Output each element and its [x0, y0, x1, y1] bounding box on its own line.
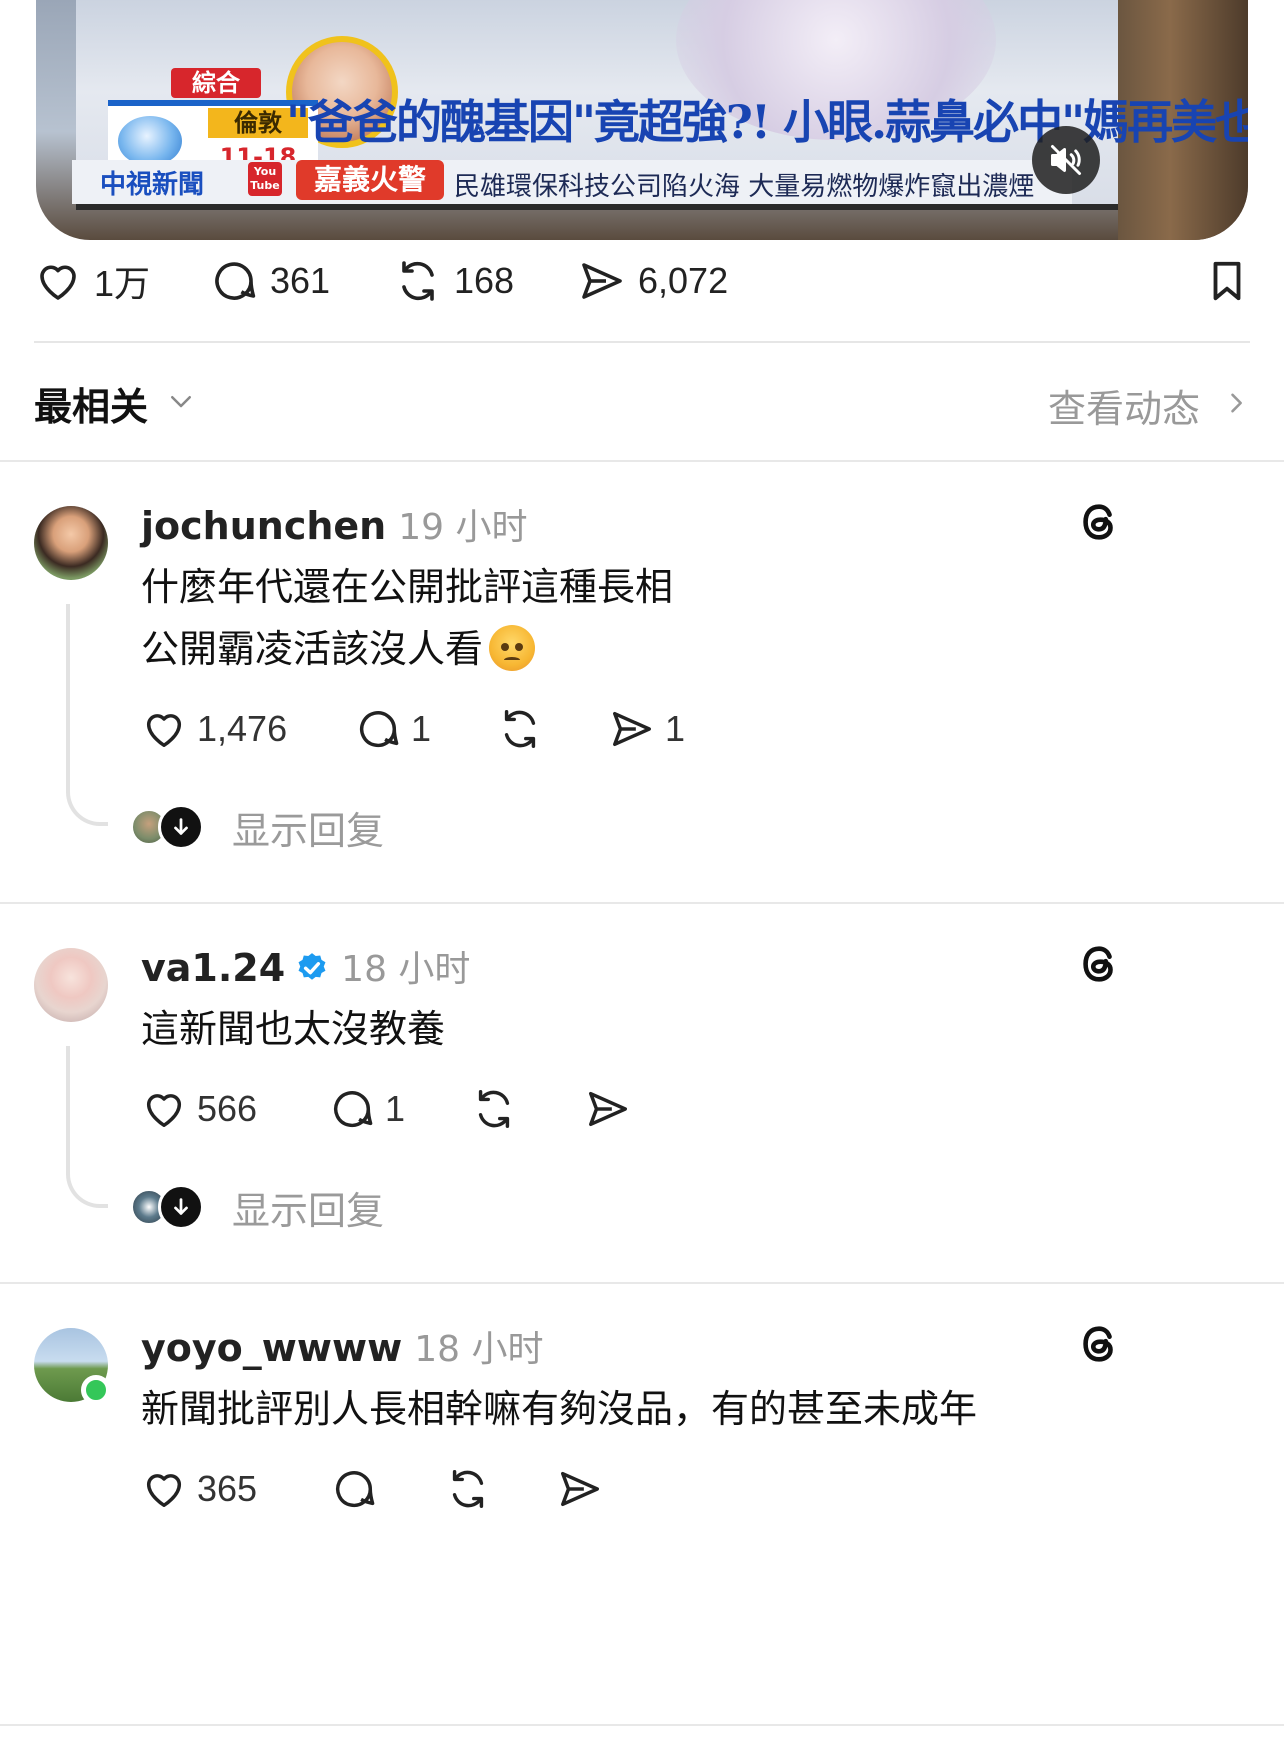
like-count: 1万 [94, 263, 151, 304]
repost-count: 168 [454, 260, 515, 301]
repost-button[interactable] [471, 1082, 517, 1136]
angry-face-icon [489, 624, 536, 671]
divider [0, 1724, 1284, 1726]
sort-label: 最相关 [34, 385, 149, 429]
mute-button[interactable] [1032, 126, 1100, 194]
comment-icon [334, 1091, 373, 1128]
share-button[interactable]: 6,072 [578, 250, 728, 312]
show-replies-label: 显示回复 [232, 808, 385, 853]
chevron-down-icon [171, 396, 191, 408]
online-status-dot [81, 1375, 111, 1405]
channel-brand: 中視新聞 [100, 170, 205, 200]
show-replies-button[interactable]: 显示回复 [130, 802, 385, 853]
speaker-muted-icon [1051, 145, 1081, 175]
comment-time: 18 小时 [341, 949, 471, 990]
view-activity-link[interactable]: 查看动态 [1048, 378, 1200, 433]
comment-count: 361 [270, 260, 331, 301]
like-button[interactable]: 566 [141, 1082, 257, 1136]
comment-text-line: 什麼年代還在公開批評這種長相 [141, 565, 674, 609]
send-icon [589, 1091, 627, 1127]
heart-icon [146, 1474, 182, 1508]
like-button[interactable]: 1,476 [141, 702, 287, 756]
arrow-down-icon [158, 804, 204, 850]
divider [34, 341, 1250, 343]
show-replies-button[interactable]: 显示回复 [130, 1182, 385, 1233]
heart-icon [146, 714, 182, 748]
reply-button[interactable] [331, 1462, 377, 1516]
comment-text-line: 新聞批評別人長相幹嘛有夠沒品，有的甚至未成年 [141, 1387, 978, 1431]
share-count: 6,072 [638, 260, 729, 301]
heart-icon [40, 265, 76, 300]
youtube-badge: You Tube [248, 162, 282, 196]
repost-icon [478, 1090, 510, 1128]
reply-button[interactable]: 1 [329, 1082, 405, 1136]
section-tag: 綜合 [171, 68, 261, 98]
comment-text: 公開霸凌活該沒人看 [141, 627, 484, 671]
comment-text-line-2: 公開霸凌活該沒人看 [141, 618, 536, 680]
weather-icon [118, 116, 182, 166]
share-count: 1 [665, 708, 686, 749]
post-action-row: 1万 361 168 6,072 [34, 250, 1250, 312]
repost-icon [504, 710, 536, 748]
comment-username[interactable]: jochunchen 19 小时 [141, 498, 527, 550]
like-count: 1,476 [197, 708, 288, 749]
comment-item: yoyo_wwww 18 小时 新聞批評別人長相幹嘛有夠沒品，有的甚至未成年 36… [0, 1284, 1284, 1554]
comment-item: jochunchen 19 小时 什麼年代還在公開批評這種長相 公開霸凌活該沒人看… [0, 462, 1284, 902]
share-button[interactable]: 1 [609, 702, 685, 756]
username-text: jochunchen [141, 504, 387, 548]
threads-logo-icon[interactable] [1076, 498, 1122, 546]
comment-time: 19 小时 [398, 507, 528, 548]
breaking-tag: 嘉義火警 [296, 160, 444, 200]
share-button[interactable] [585, 1082, 631, 1136]
like-count: 566 [197, 1088, 258, 1129]
repost-button[interactable] [497, 702, 543, 756]
avatar[interactable] [34, 948, 108, 1022]
avatar[interactable] [34, 506, 108, 580]
comment-icon [360, 711, 399, 748]
send-icon [613, 711, 651, 747]
send-icon [582, 263, 622, 299]
comment-text-line: 這新聞也太沒教養 [141, 1007, 446, 1051]
like-button[interactable]: 365 [141, 1462, 257, 1516]
reply-count: 1 [411, 708, 432, 749]
arrow-down-icon [158, 1184, 204, 1230]
like-count: 365 [197, 1468, 258, 1509]
reply-count: 1 [385, 1088, 406, 1129]
username-text: yoyo_wwww [141, 1326, 403, 1370]
share-button[interactable] [557, 1462, 603, 1516]
comment-icon [336, 1471, 375, 1508]
repost-icon [452, 1470, 484, 1508]
video-headline: "爸爸的醜基因"竟超強?! 小眼.蒜鼻必中"媽再美也沒用"! [286, 95, 1248, 149]
verified-badge-icon [298, 952, 326, 980]
news-ticker: 民雄環保科技公司陷火海 大量易燃物爆炸竄出濃煙 [454, 172, 1035, 202]
comment-username[interactable]: va1.24 18 小时 [141, 940, 470, 992]
threads-logo-icon[interactable] [1076, 1320, 1122, 1368]
comment-item: va1.24 18 小时 這新聞也太沒教養 566 1 显示回复 [0, 904, 1284, 1282]
repost-button[interactable]: 168 [394, 250, 514, 312]
repost-icon [402, 261, 434, 301]
heart-icon [146, 1094, 182, 1128]
reply-button[interactable]: 1 [355, 702, 431, 756]
like-button[interactable]: 1万 [34, 250, 150, 312]
repost-button[interactable] [445, 1462, 491, 1516]
bookmark-icon [1213, 261, 1241, 301]
thread-line [66, 604, 108, 826]
threads-logo-icon[interactable] [1076, 940, 1122, 988]
sort-row: 最相关 查看动态 [34, 374, 1250, 433]
chevron-right-icon[interactable] [1222, 388, 1250, 418]
show-replies-label: 显示回复 [232, 1188, 385, 1233]
username-text: va1.24 [141, 946, 286, 990]
comment-time: 18 小时 [414, 1329, 544, 1370]
thread-line [66, 1046, 108, 1208]
send-icon [561, 1471, 599, 1507]
comment-username[interactable]: yoyo_wwww 18 小时 [141, 1320, 543, 1372]
comment-icon [215, 262, 256, 300]
video-player[interactable]: 綜合 倫敦 11-18 "爸爸的醜基因"竟超強?! 小眼.蒜鼻必中"媽再美也沒用… [36, 0, 1248, 240]
bookmark-button[interactable] [1204, 250, 1250, 312]
comment-button[interactable]: 361 [210, 250, 330, 312]
